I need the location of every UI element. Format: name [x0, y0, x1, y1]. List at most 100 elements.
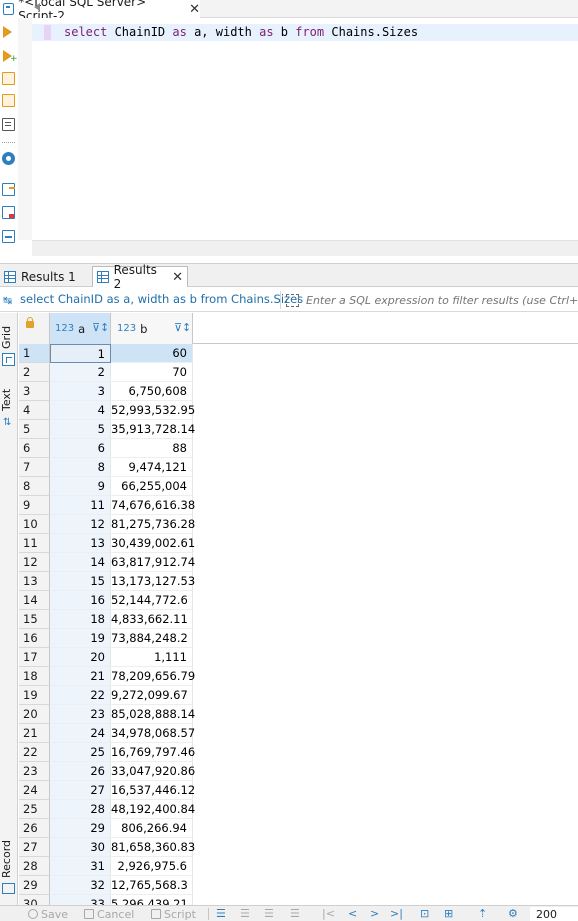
row-number-header[interactable]: [19, 313, 50, 344]
table-row[interactable]: 15 18 4,833,662.11: [19, 610, 578, 629]
cell-b[interactable]: 78,209,656.79: [111, 667, 195, 686]
row-number[interactable]: 17: [19, 648, 50, 667]
row-number[interactable]: 27: [19, 838, 50, 857]
text-icon[interactable]: ⇅: [3, 417, 11, 428]
cell-b[interactable]: 16,769,797.46: [111, 743, 195, 762]
execute-script-icon[interactable]: [2, 72, 15, 85]
filter-input[interactable]: [306, 291, 578, 309]
table-row[interactable]: 22 25 16,769,797.46: [19, 743, 578, 762]
tab-text[interactable]: Text: [0, 385, 18, 415]
export-data-icon[interactable]: ⇡: [478, 906, 487, 921]
cancel-button[interactable]: Cancel: [84, 907, 134, 921]
tab-results-1[interactable]: Results 1: [0, 266, 90, 287]
cell-a[interactable]: 16: [50, 591, 111, 610]
cell-b[interactable]: 63,817,912.74: [111, 553, 195, 572]
cell-a[interactable]: 26: [50, 762, 111, 781]
tab-record[interactable]: Record: [0, 837, 18, 881]
row-number[interactable]: 5: [19, 420, 50, 439]
tab-grid[interactable]: Grid: [0, 323, 18, 351]
row-number[interactable]: 28: [19, 857, 50, 876]
row-number[interactable]: 10: [19, 515, 50, 534]
row-number[interactable]: 18: [19, 667, 50, 686]
cell-a[interactable]: 23: [50, 705, 111, 724]
table-row[interactable]: 3 3 6,750,608: [19, 382, 578, 401]
cell-b[interactable]: 34,978,068.57: [111, 724, 195, 743]
cell-b[interactable]: 48,192,400.84: [111, 800, 195, 819]
row-number[interactable]: 11: [19, 534, 50, 553]
table-row[interactable]: 14 16 52,144,772.6: [19, 591, 578, 610]
table-row[interactable]: 12 14 63,817,912.74: [19, 553, 578, 572]
table-row[interactable]: 4 4 52,993,532.95: [19, 401, 578, 420]
row-number[interactable]: 26: [19, 819, 50, 838]
cell-b[interactable]: 81,658,360.83: [111, 838, 195, 857]
row-number[interactable]: 16: [19, 629, 50, 648]
cell-a[interactable]: 19: [50, 629, 111, 648]
row-number[interactable]: 25: [19, 800, 50, 819]
cell-a[interactable]: 18: [50, 610, 111, 629]
cell-a[interactable]: 9: [50, 477, 111, 496]
table-row[interactable]: 26 29 806,266.94: [19, 819, 578, 838]
cell-a[interactable]: 22: [50, 686, 111, 705]
table-row[interactable]: 2 2 70: [19, 363, 578, 382]
cell-b[interactable]: 30,439,002.61: [111, 534, 195, 553]
first-page-icon[interactable]: |<: [322, 906, 335, 921]
delete-row-icon[interactable]: ☰: [290, 906, 300, 921]
cell-b[interactable]: 12,765,568.3: [111, 876, 193, 895]
table-row[interactable]: 16 19 73,884,248.2: [19, 629, 578, 648]
cell-a[interactable]: 14: [50, 553, 111, 572]
cell-b[interactable]: 52,993,532.95: [111, 401, 195, 420]
sql-editor[interactable]: select ChainID as a, width as b from Cha…: [32, 18, 578, 240]
fetch-all-icon[interactable]: ⊞: [444, 906, 453, 921]
row-number[interactable]: 15: [19, 610, 50, 629]
table-row[interactable]: 13 15 13,173,127.53: [19, 572, 578, 591]
cell-a[interactable]: 32: [50, 876, 111, 895]
save-button[interactable]: Save: [28, 907, 68, 921]
cell-b[interactable]: 13,173,127.53: [111, 572, 195, 591]
row-number[interactable]: 21: [19, 724, 50, 743]
row-number[interactable]: 20: [19, 705, 50, 724]
cell-b[interactable]: 806,266.94: [111, 819, 193, 838]
cell-a[interactable]: 31: [50, 857, 111, 876]
cell-b[interactable]: 6,750,608: [111, 382, 193, 401]
tab-results-2[interactable]: Results 2 ✕: [92, 263, 188, 291]
execute-script-new-tab-icon[interactable]: [2, 94, 15, 107]
table-row[interactable]: 7 8 9,474,121: [19, 458, 578, 477]
table-row[interactable]: 18 21 78,209,656.79: [19, 667, 578, 686]
results-grid[interactable]: 123 a ⊽↕ 123 b ⊽↕ 1 1 60 2 2 70 3 3 6,750,608 4 4 5…: [19, 313, 578, 905]
table-row[interactable]: 10 12 81,275,736.28: [19, 515, 578, 534]
table-row[interactable]: 11 13 30,439,002.61: [19, 534, 578, 553]
column-header-b[interactable]: 123 b ⊽↕: [111, 313, 193, 344]
cell-a[interactable]: 28: [50, 800, 111, 819]
next-icon[interactable]: >: [370, 906, 379, 921]
table-row[interactable]: 8 9 66,255,004: [19, 477, 578, 496]
table-row[interactable]: 30 33 5,296,439.21: [19, 895, 578, 905]
add-row-icon[interactable]: ☰: [240, 906, 250, 921]
row-number[interactable]: 29: [19, 876, 50, 895]
cell-b[interactable]: 66,255,004: [111, 477, 193, 496]
query-text-icon[interactable]: ↹: [3, 294, 16, 307]
explain-plan-icon[interactable]: [2, 118, 15, 131]
expand-filter-icon[interactable]: [286, 294, 299, 307]
cell-b[interactable]: 5,296,439.21: [111, 895, 193, 905]
cell-a[interactable]: 4: [50, 401, 111, 420]
script-button[interactable]: Script: [151, 907, 196, 921]
gear-icon[interactable]: ⚙: [508, 906, 518, 921]
editor-horizontal-scrollbar[interactable]: [32, 240, 578, 256]
close-icon[interactable]: ✕: [172, 271, 183, 284]
row-number[interactable]: 4: [19, 401, 50, 420]
grid-icon[interactable]: [2, 353, 15, 366]
cell-b[interactable]: 81,275,736.28: [111, 515, 195, 534]
active-query-text[interactable]: select ChainID as a, width as b from Cha…: [20, 292, 303, 306]
fetch-next-icon[interactable]: ⊡: [420, 906, 429, 921]
row-number[interactable]: 12: [19, 553, 50, 572]
cell-a[interactable]: 21: [50, 667, 111, 686]
table-row[interactable]: 5 5 35,913,728.14: [19, 420, 578, 439]
record-icon[interactable]: [2, 883, 15, 894]
table-row[interactable]: 27 30 81,658,360.83: [19, 838, 578, 857]
table-row[interactable]: 6 6 88: [19, 439, 578, 458]
scroll-left-arrow-icon[interactable]: [34, 3, 40, 11]
export-icon[interactable]: [2, 183, 15, 196]
row-number[interactable]: 14: [19, 591, 50, 610]
row-number[interactable]: 24: [19, 781, 50, 800]
cell-b[interactable]: 52,144,772.6: [111, 591, 193, 610]
